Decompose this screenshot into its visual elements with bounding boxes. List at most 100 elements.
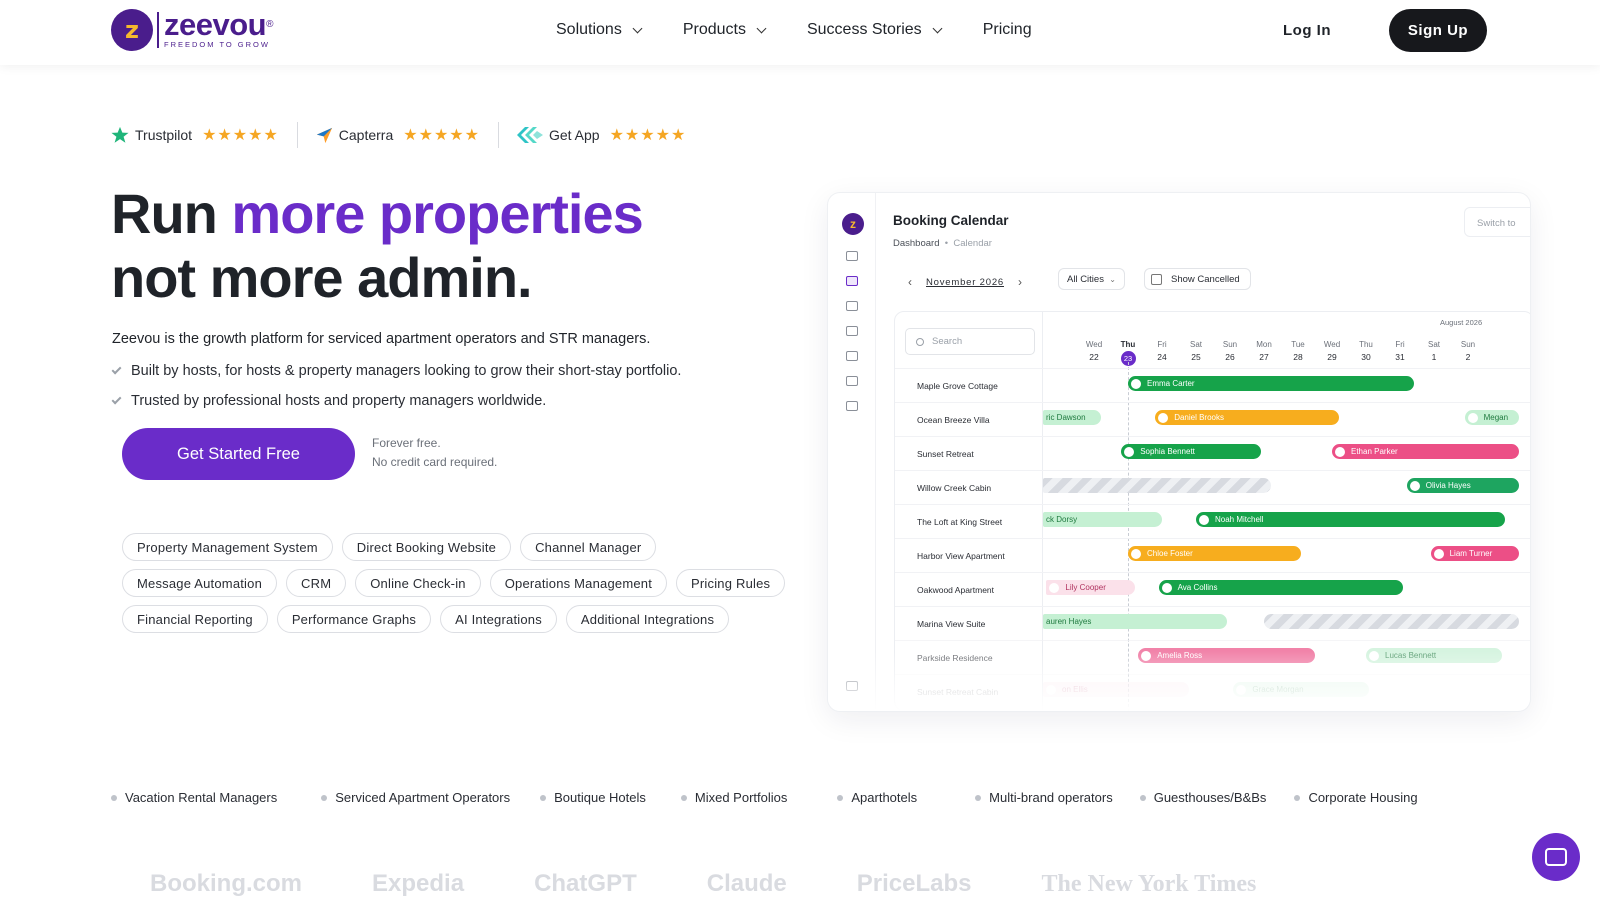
breadcrumb: Dashboard • Calendar	[893, 238, 992, 249]
rating-capterra[interactable]: Capterra ★★★★★	[316, 125, 480, 145]
day-name: Tue	[1291, 340, 1305, 349]
guest-avatar-icon	[1131, 548, 1141, 559]
booking-bar: Ethan Parker	[1332, 444, 1519, 459]
search-icon	[916, 337, 924, 346]
guest-avatar-icon	[1335, 446, 1345, 457]
day-name: Fri	[1395, 340, 1405, 349]
zeevou-logo[interactable]: z zeevou® FREEDOM TO GROW	[111, 9, 273, 51]
logo-claude: Claude	[706, 870, 787, 897]
chip-pricing-rules[interactable]: Pricing Rules	[676, 569, 786, 597]
day-number: 30	[1361, 352, 1371, 362]
guest-name: Sophia Bennett	[1140, 447, 1195, 456]
guest-name: Lily Cooper	[1065, 583, 1106, 592]
day-name: Sat	[1189, 340, 1202, 349]
guest-name: ric Dawson	[1046, 413, 1086, 422]
customer-segments: Vacation Rental Managers Serviced Apartm…	[111, 790, 1418, 805]
chip-row: Financial Reporting Performance Graphs A…	[122, 605, 802, 633]
property-name: Marina View Suite	[917, 619, 986, 629]
guest-avatar-icon	[1433, 548, 1444, 559]
partner-logos: Booking.com Expedia ChatGPT Claude Price…	[150, 870, 1326, 898]
booking-bar: ric Dawson	[1043, 410, 1101, 425]
rating-trustpilot[interactable]: Trustpilot ★★★★★	[111, 125, 279, 145]
chat-launcher-button[interactable]	[1532, 833, 1580, 881]
fade-overlay	[828, 651, 1530, 711]
cta-note: Forever free. No credit card required.	[372, 436, 498, 469]
chip-performance-graphs[interactable]: Performance Graphs	[276, 605, 432, 633]
chevron-down-icon	[632, 23, 643, 33]
booking-bar: auren Hayes	[1043, 614, 1227, 629]
day-name: Sat	[1427, 340, 1440, 349]
booking-calendar-preview: z Booking Calendar Dashboard • Calendar …	[828, 193, 1530, 711]
logo-mark-icon: z	[111, 9, 153, 51]
guest-avatar-icon	[1049, 582, 1060, 593]
chip-direct-booking[interactable]: Direct Booking Website	[341, 533, 512, 561]
calendar-title: Booking Calendar	[893, 213, 1009, 228]
get-started-button[interactable]: Get Started Free	[122, 428, 355, 480]
menu-pricing[interactable]: Pricing	[983, 18, 1032, 42]
day-header: Sat 25	[1179, 338, 1213, 364]
property-name: Ocean Breeze Villa	[917, 415, 990, 425]
divider	[497, 122, 499, 148]
guest-avatar-icon	[1409, 480, 1420, 491]
chip-operations[interactable]: Operations Management	[489, 569, 668, 597]
chip-channel-manager[interactable]: Channel Manager	[520, 533, 657, 561]
booking-bar: Noah Mitchell	[1196, 512, 1506, 527]
chevron-right-icon: ›	[1018, 275, 1022, 289]
chip-row: Property Management System Direct Bookin…	[122, 533, 802, 561]
guest-name: Megan	[1483, 413, 1509, 422]
blocked-dates	[1043, 478, 1271, 493]
chip-crm[interactable]: CRM	[286, 569, 347, 597]
check-item: Built by hosts, for hosts & property man…	[111, 363, 681, 379]
property-name: Maple Grove Cottage	[917, 381, 998, 391]
city-filter: All Cities ⌄	[1058, 268, 1125, 290]
chip-additional-integrations[interactable]: Additional Integrations	[565, 605, 730, 633]
chip-online-checkin[interactable]: Online Check-in	[355, 569, 481, 597]
login-link[interactable]: Log In	[1283, 22, 1331, 39]
bullet-icon	[837, 794, 844, 801]
guest-name: Liam Turner	[1449, 549, 1493, 558]
guest-name: Noah Mitchell	[1215, 515, 1264, 524]
day-header: Wed 22	[1077, 338, 1111, 364]
calendar-row: Sunset Retreat Sophia Bennett Ethan Parker	[895, 436, 1530, 470]
calendar-row: Oakwood Apartment Lily Cooper Ava Collins	[895, 572, 1530, 606]
segment-item: Vacation Rental Managers	[111, 790, 277, 805]
menu-products[interactable]: Products	[683, 18, 767, 42]
main-menu: Solutions Products Success Stories Prici…	[556, 18, 1074, 42]
bullet-icon	[540, 794, 547, 801]
guest-avatar-icon	[1161, 582, 1172, 593]
guest-avatar-icon	[1199, 514, 1209, 525]
rating-stars: ★★★★★	[609, 127, 687, 144]
booking-bar: ck Dorsy	[1043, 512, 1162, 527]
day-name: Wed	[1085, 340, 1103, 349]
chat-bubble-icon	[1545, 848, 1567, 866]
chevron-down-icon	[756, 23, 767, 33]
guest-avatar-icon	[1467, 412, 1478, 423]
chip-financial-reporting[interactable]: Financial Reporting	[122, 605, 268, 633]
segment-item: Mixed Portfolios	[680, 790, 787, 805]
menu-success-stories[interactable]: Success Stories	[807, 18, 943, 42]
signup-button[interactable]: Sign Up	[1389, 9, 1487, 52]
day-number: 28	[1293, 352, 1303, 362]
logo-chatgpt: ChatGPT	[534, 870, 637, 897]
day-header: Fri 31	[1383, 338, 1417, 364]
guest-avatar-icon	[1131, 378, 1141, 389]
property-name: Oakwood Apartment	[917, 585, 995, 595]
rating-getapp[interactable]: Get App ★★★★★	[516, 125, 687, 145]
megaphone-icon	[846, 401, 858, 411]
segment-item: Serviced Apartment Operators	[321, 790, 510, 805]
booking-bar: Olivia Hayes	[1406, 478, 1519, 493]
property-name: The Loft at King Street	[917, 517, 1003, 527]
chip-message-automation[interactable]: Message Automation	[122, 569, 278, 597]
app-logo-icon: z	[842, 213, 864, 235]
show-cancelled-toggle: Show Cancelled	[1144, 268, 1251, 290]
chevron-down-icon: ⌄	[1109, 274, 1116, 284]
chip-ai-integrations[interactable]: AI Integrations	[440, 605, 557, 633]
switch-view-button: Switch to	[1464, 207, 1530, 237]
bullet-icon	[1294, 794, 1301, 801]
app-sidebar: z	[828, 193, 876, 711]
chip-pms[interactable]: Property Management System	[122, 533, 333, 561]
day-header: Wed 29	[1315, 338, 1349, 364]
menu-solutions[interactable]: Solutions	[556, 18, 643, 42]
hero-heading: Run more properties not more admin.	[111, 182, 644, 309]
guest-name: Ethan Parker	[1351, 447, 1398, 456]
